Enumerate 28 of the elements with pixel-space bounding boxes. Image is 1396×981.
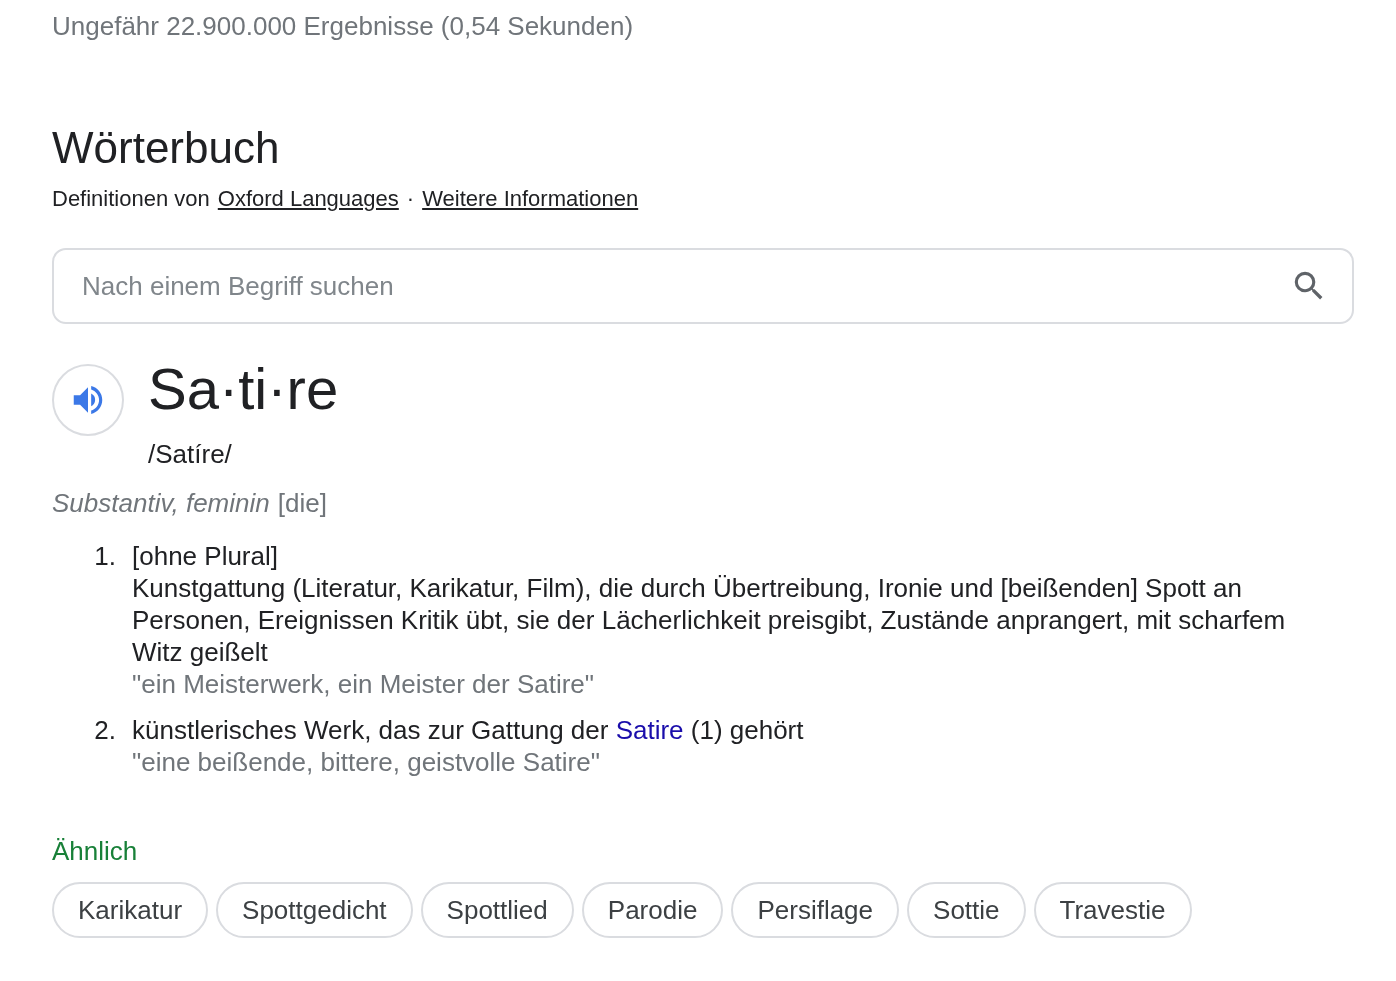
definition-text: künstlerisches Werk, das zur Gattung der Satire (1) gehört — [132, 714, 804, 746]
usage-label: [ohne Plural] — [132, 540, 278, 572]
word-class: Substantiv, feminin — [52, 487, 270, 520]
sense-number: 1. — [94, 541, 116, 571]
similar-word-chip[interactable]: Persiflage — [731, 882, 900, 938]
similar-word-chip[interactable]: Travestie — [1033, 882, 1192, 938]
more-info-link[interactable]: Weitere Informationen — [422, 184, 639, 214]
grammatical-article: [die] — [277, 487, 327, 520]
pronunciation: /Satíre/ — [148, 438, 232, 471]
sense-number: 2. — [94, 715, 116, 745]
definition-link[interactable]: Satire — [615, 715, 684, 745]
similar-word-chip[interactable]: Spottgedicht — [216, 882, 413, 938]
similar-heading: Ähnlich — [52, 835, 138, 868]
search-field[interactable]: Nach einem Begriff suchen — [52, 248, 1354, 324]
similar-word-chip[interactable]: Parodie — [581, 882, 724, 938]
headword: Sa·ti·re — [148, 358, 339, 420]
play-audio-button[interactable] — [52, 364, 124, 436]
source-label: Definitionen von — [52, 185, 210, 213]
similar-word-chip[interactable]: Karikatur — [52, 882, 209, 938]
example-text: "ein Meisterwerk, ein Meister der Satire" — [132, 668, 595, 700]
definition-text: Kunstgattung (Literatur, Karikatur, Film), die durch Übertreibung, Ironie und [beißenden] Spott an Personen, Ereignissen Kritik übt, sie der Lächerlichkeit preisgibt, Zustände anprangert, mit scharfem Witz geißelt — [132, 572, 1287, 668]
similar-word-chip[interactable]: Sottie — [907, 882, 1026, 938]
example-text: "eine beißende, bittere, geistvolle Satire" — [132, 746, 600, 778]
source-link[interactable]: Oxford Languages — [217, 184, 399, 214]
result-stats: Ungefähr 22.900.000 Ergebnisse (0,54 Sekunden) — [52, 10, 634, 43]
separator-dot: · — [406, 185, 415, 213]
section-title: Wörterbuch — [52, 122, 280, 174]
similar-word-chip[interactable]: Spottlied — [420, 882, 574, 938]
